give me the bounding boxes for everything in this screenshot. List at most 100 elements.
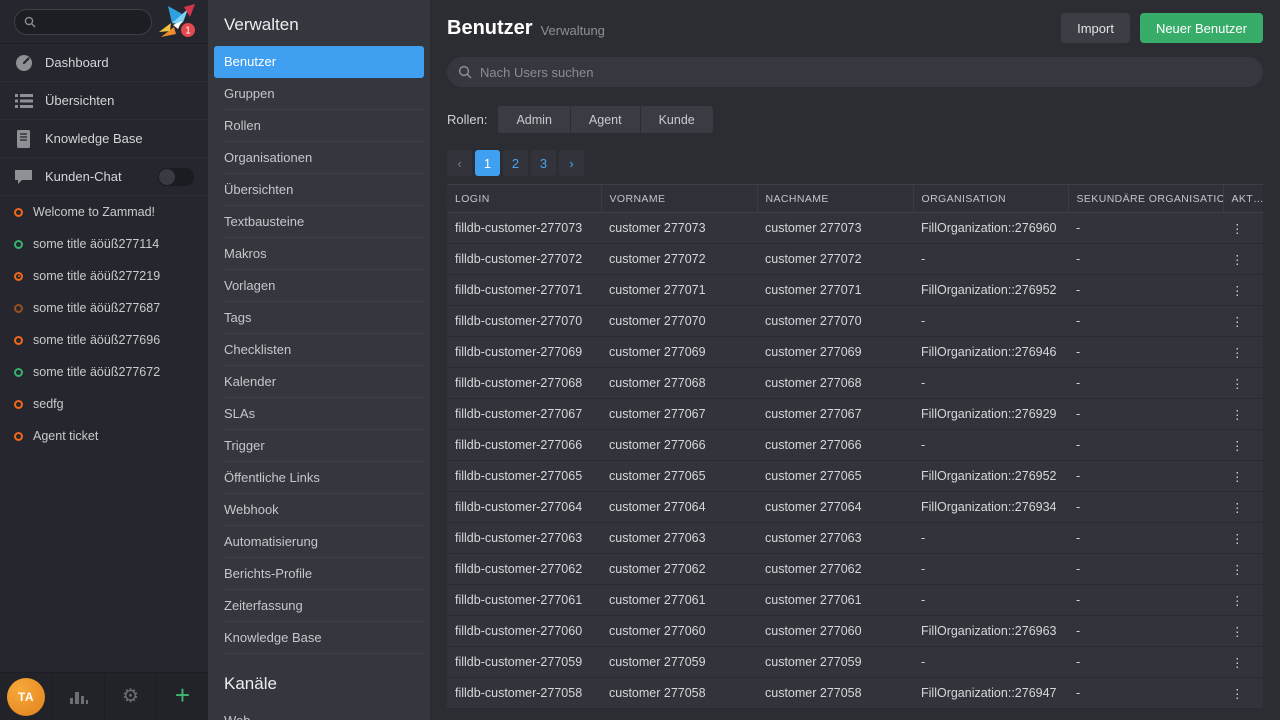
cell-vorname[interactable]: customer 277071: [601, 275, 757, 306]
admin-menu-item[interactable]: Trigger: [214, 430, 424, 462]
cell-login[interactable]: filldb-customer-277062: [447, 554, 601, 585]
pagination-button[interactable]: ›: [559, 150, 584, 176]
table-row[interactable]: filldb-customer-277071 customer 277071 c…: [447, 275, 1263, 306]
cell-organisation[interactable]: -: [913, 585, 1068, 616]
admin-menu-item[interactable]: Checklisten: [214, 334, 424, 366]
row-actions-button[interactable]: ⋮: [1223, 244, 1263, 275]
cell-organisation[interactable]: -: [913, 554, 1068, 585]
stats-button[interactable]: [52, 673, 104, 720]
user-search-input[interactable]: [480, 65, 1252, 80]
admin-menu-item[interactable]: Gruppen: [214, 78, 424, 110]
ticket-list-item[interactable]: some title äöüß277687: [0, 292, 208, 324]
row-actions-button[interactable]: ⋮: [1223, 368, 1263, 399]
cell-login[interactable]: filldb-customer-277066: [447, 430, 601, 461]
table-row[interactable]: filldb-customer-277064 customer 277064 c…: [447, 492, 1263, 523]
cell-nachname[interactable]: customer 277063: [757, 523, 913, 554]
table-row[interactable]: filldb-customer-277062 customer 277062 c…: [447, 554, 1263, 585]
ticket-list-item[interactable]: some title äöüß277696: [0, 324, 208, 356]
cell-nachname[interactable]: customer 277071: [757, 275, 913, 306]
settings-button[interactable]: ⚙: [104, 673, 156, 720]
cell-nachname[interactable]: customer 277061: [757, 585, 913, 616]
cell-nachname[interactable]: customer 277060: [757, 616, 913, 647]
cell-nachname[interactable]: customer 277067: [757, 399, 913, 430]
cell-login[interactable]: filldb-customer-277058: [447, 678, 601, 709]
admin-menu-item[interactable]: Textbausteine: [214, 206, 424, 238]
cell-vorname[interactable]: customer 277067: [601, 399, 757, 430]
cell-nachname[interactable]: customer 277059: [757, 647, 913, 678]
cell-nachname[interactable]: customer 277070: [757, 306, 913, 337]
admin-menu-item[interactable]: Kalender: [214, 366, 424, 398]
cell-login[interactable]: filldb-customer-277069: [447, 337, 601, 368]
table-row[interactable]: filldb-customer-277063 customer 277063 c…: [447, 523, 1263, 554]
kunden-chat-toggle[interactable]: [158, 168, 194, 186]
cell-organisation[interactable]: -: [913, 430, 1068, 461]
table-row[interactable]: filldb-customer-277073 customer 277073 c…: [447, 213, 1263, 244]
cell-nachname[interactable]: customer 277064: [757, 492, 913, 523]
cell-sekundaere-organisation[interactable]: -: [1068, 616, 1223, 647]
table-row[interactable]: filldb-customer-277068 customer 277068 c…: [447, 368, 1263, 399]
admin-menu-item[interactable]: Rollen: [214, 110, 424, 142]
zammad-logo[interactable]: 1: [158, 2, 198, 42]
cell-sekundaere-organisation[interactable]: -: [1068, 585, 1223, 616]
col-header-vorname[interactable]: VORNAME: [601, 185, 757, 213]
cell-vorname[interactable]: customer 277058: [601, 678, 757, 709]
cell-organisation[interactable]: -: [913, 523, 1068, 554]
cell-nachname[interactable]: customer 277066: [757, 430, 913, 461]
col-header-login[interactable]: LOGIN: [447, 185, 601, 213]
cell-nachname[interactable]: customer 277069: [757, 337, 913, 368]
ticket-list-item[interactable]: Welcome to Zammad!: [0, 196, 208, 228]
cell-login[interactable]: filldb-customer-277061: [447, 585, 601, 616]
ticket-list-item[interactable]: some title äöüß277672: [0, 356, 208, 388]
cell-organisation[interactable]: FillOrganization::276947: [913, 678, 1068, 709]
pagination-button[interactable]: ‹: [447, 150, 472, 176]
cell-nachname[interactable]: customer 277072: [757, 244, 913, 275]
admin-menu-item[interactable]: Organisationen: [214, 142, 424, 174]
pagination-button[interactable]: 3: [531, 150, 556, 176]
cell-sekundaere-organisation[interactable]: -: [1068, 399, 1223, 430]
cell-organisation[interactable]: -: [913, 306, 1068, 337]
cell-vorname[interactable]: customer 277061: [601, 585, 757, 616]
user-avatar-button[interactable]: TA: [0, 673, 52, 720]
cell-login[interactable]: filldb-customer-277068: [447, 368, 601, 399]
cell-vorname[interactable]: customer 277064: [601, 492, 757, 523]
cell-login[interactable]: filldb-customer-277072: [447, 244, 601, 275]
cell-vorname[interactable]: customer 277069: [601, 337, 757, 368]
col-header-nachname[interactable]: NACHNAME: [757, 185, 913, 213]
row-actions-button[interactable]: ⋮: [1223, 554, 1263, 585]
cell-vorname[interactable]: customer 277072: [601, 244, 757, 275]
admin-menu-item[interactable]: Tags: [214, 302, 424, 334]
table-row[interactable]: filldb-customer-277058 customer 277058 c…: [447, 678, 1263, 709]
cell-sekundaere-organisation[interactable]: -: [1068, 492, 1223, 523]
table-row[interactable]: filldb-customer-277067 customer 277067 c…: [447, 399, 1263, 430]
cell-login[interactable]: filldb-customer-277064: [447, 492, 601, 523]
row-actions-button[interactable]: ⋮: [1223, 492, 1263, 523]
cell-vorname[interactable]: customer 277059: [601, 647, 757, 678]
cell-login[interactable]: filldb-customer-277070: [447, 306, 601, 337]
table-row[interactable]: filldb-customer-277066 customer 277066 c…: [447, 430, 1263, 461]
cell-nachname[interactable]: customer 277058: [757, 678, 913, 709]
admin-menu-item[interactable]: Webhook: [214, 494, 424, 526]
cell-sekundaere-organisation[interactable]: -: [1068, 213, 1223, 244]
admin-menu-item[interactable]: Knowledge Base: [214, 622, 424, 654]
import-button[interactable]: Import: [1061, 13, 1130, 43]
sidebar-nav-item[interactable]: Kunden-Chat: [0, 158, 208, 196]
table-row[interactable]: filldb-customer-277072 customer 277072 c…: [447, 244, 1263, 275]
admin-menu-item[interactable]: SLAs: [214, 398, 424, 430]
cell-organisation[interactable]: -: [913, 368, 1068, 399]
ticket-list-item[interactable]: Agent ticket: [0, 420, 208, 452]
table-row[interactable]: filldb-customer-277061 customer 277061 c…: [447, 585, 1263, 616]
cell-organisation[interactable]: FillOrganization::276960: [913, 213, 1068, 244]
admin-menu-item[interactable]: Öffentliche Links: [214, 462, 424, 494]
admin-menu-item[interactable]: Zeiterfassung: [214, 590, 424, 622]
cell-vorname[interactable]: customer 277070: [601, 306, 757, 337]
cell-login[interactable]: filldb-customer-277060: [447, 616, 601, 647]
admin-menu-item[interactable]: Berichts-Profile: [214, 558, 424, 590]
cell-vorname[interactable]: customer 277062: [601, 554, 757, 585]
cell-vorname[interactable]: customer 277066: [601, 430, 757, 461]
pagination-button[interactable]: 2: [503, 150, 528, 176]
row-actions-button[interactable]: ⋮: [1223, 647, 1263, 678]
cell-login[interactable]: filldb-customer-277059: [447, 647, 601, 678]
new-ticket-button[interactable]: +: [156, 673, 208, 720]
admin-menu-item[interactable]: Übersichten: [214, 174, 424, 206]
cell-login[interactable]: filldb-customer-277073: [447, 213, 601, 244]
